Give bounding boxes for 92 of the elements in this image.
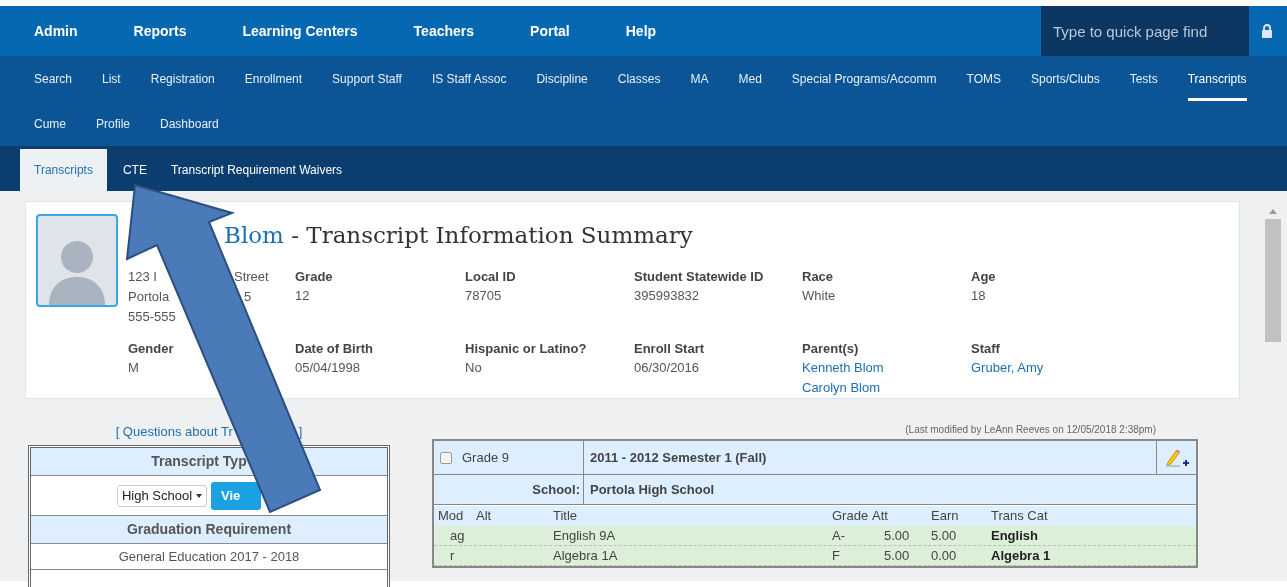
transcript-type-select[interactable]: High School — [116, 484, 208, 507]
sub-nav-link[interactable]: List — [102, 56, 121, 101]
field-value: 18 — [971, 287, 987, 305]
dropdown-caret-icon — [196, 493, 203, 498]
field-link[interactable]: Gruber, Amy — [971, 358, 1141, 378]
grade-label: Grade 9 — [462, 448, 509, 467]
sub-nav-link[interactable]: Med — [738, 56, 762, 101]
column-header: Alt — [476, 507, 493, 526]
sub-nav-link[interactable]: Registration — [150, 56, 215, 101]
column-header: Grade — [832, 507, 870, 526]
column-header: Trans Cat — [991, 507, 1048, 526]
questions-link[interactable]: [ Questions about Tr — [115, 422, 233, 442]
school-value: Portola High School — [589, 480, 716, 499]
tab[interactable]: Transcript Requirement Waivers — [162, 149, 351, 191]
field-label: Hispanic or Latino? — [465, 339, 588, 358]
table-cell-text: A- — [832, 526, 846, 545]
address-text: Portola — [128, 287, 171, 306]
top-nav-link[interactable]: Help — [625, 20, 657, 42]
sub-nav-link[interactable]: Special Programs/Accomm — [791, 56, 937, 101]
field-link[interactable]: Carolyn Blom — [802, 378, 971, 398]
tab[interactable]: CTE — [114, 149, 155, 191]
grade-checkbox[interactable] — [440, 451, 452, 464]
address-text: 5 — [244, 287, 252, 306]
column-header: Title — [553, 507, 579, 526]
student-name-link[interactable]: Blom — [224, 222, 284, 248]
table-cell-text: Algebra 1 — [991, 546, 1051, 565]
top-nav-link[interactable]: Portal — [530, 20, 570, 42]
field-value: M — [128, 359, 140, 377]
field-link[interactable]: Kenneth Blom — [802, 358, 971, 378]
table-cell-text: 5.00 — [931, 526, 958, 545]
column-header: Earn — [931, 507, 960, 526]
field-value: 78705 — [465, 287, 503, 305]
sub-nav-link[interactable]: Classes — [617, 56, 661, 101]
field-value: No — [465, 359, 483, 377]
sub-nav-link[interactable]: IS Staff Assoc — [431, 56, 507, 101]
address-text: Street — [234, 267, 269, 286]
lock-icon[interactable] — [1261, 24, 1273, 38]
field-label: Parent(s) — [802, 339, 860, 358]
table-cell-text: 5.00 — [883, 546, 911, 565]
field-value: White — [802, 287, 837, 305]
top-nav-link[interactable]: Teachers — [413, 20, 475, 42]
requirement-value: General Education 2017 - 2018 — [31, 544, 387, 570]
scroll-up-icon[interactable] — [1269, 209, 1277, 214]
sub-nav-link[interactable]: Profile — [96, 101, 131, 146]
term-label: 2011 - 2012 Semester 1 (Fall) — [589, 448, 768, 467]
field-label: Age — [971, 267, 997, 286]
sub-nav-link[interactable]: Dashboard — [160, 101, 219, 146]
quick-find-field[interactable]: Type to quick page find — [1041, 6, 1249, 56]
table-cell-text: 5.00 — [883, 526, 911, 545]
address-text: 123 I — [128, 267, 158, 286]
plus-icon[interactable] — [1182, 459, 1189, 466]
table-cell-text: 0.00 — [931, 546, 958, 565]
sub-nav-link[interactable]: TOMS — [966, 56, 1001, 101]
sub-nav-link[interactable]: Discipline — [536, 56, 588, 101]
panel-header: Graduation Requirement — [31, 516, 387, 544]
top-nav-link[interactable]: Reports — [133, 20, 187, 42]
column-header: Att — [872, 507, 889, 526]
sub-nav-link[interactable]: Transcripts — [1187, 56, 1247, 101]
table-cell-text: ag — [449, 526, 466, 545]
sub-nav-link[interactable]: Tests — [1129, 56, 1158, 101]
table-cell-text: English — [991, 526, 1038, 545]
last-modified-text: (Last modified by LeAnn Reeves on 12/05/2018 2:38pm) — [905, 423, 1156, 437]
sub-nav-link[interactable]: Search — [34, 56, 73, 101]
table-cell-text: Algebra 1A — [553, 546, 619, 565]
sub-nav-link[interactable]: Cume — [34, 101, 66, 146]
column-header: Mod — [438, 507, 465, 526]
sub-nav-link[interactable]: Enrollment — [244, 56, 303, 101]
field-label: Student Statewide ID — [634, 267, 765, 286]
top-nav-link[interactable]: Learning Centers — [242, 20, 358, 42]
field-label: Date of Birth — [295, 339, 374, 358]
table-cell-text: F — [832, 546, 841, 565]
address-text: 555-555 — [128, 307, 176, 326]
sub-nav-link[interactable]: Support Staff — [332, 56, 402, 101]
scrollbar-thumb[interactable] — [1265, 219, 1281, 342]
field-value: 05/04/1998 — [295, 359, 362, 377]
field-value: 06/30/2016 — [634, 359, 701, 377]
table-cell-text: r — [449, 546, 456, 565]
field-label: Local ID — [465, 267, 517, 286]
sub-nav-link[interactable]: Sports/Clubs — [1031, 56, 1100, 101]
field-label: Enroll Start — [634, 339, 706, 358]
field-value: 395993832 — [634, 287, 701, 305]
bracket-text: ] — [298, 423, 303, 442]
tab[interactable]: Transcripts — [20, 149, 107, 191]
top-nav-link[interactable]: Admin — [34, 20, 78, 42]
table-cell-text: English 9A — [553, 526, 617, 545]
field-label: Grade — [295, 267, 334, 286]
field-label: Gender — [128, 339, 175, 358]
school-label: School: — [434, 475, 584, 504]
field-label: Race — [802, 267, 835, 286]
sub-nav-link[interactable]: MA — [690, 56, 709, 101]
field-label: Staff — [971, 339, 1001, 358]
field-value: 12 — [295, 287, 311, 305]
